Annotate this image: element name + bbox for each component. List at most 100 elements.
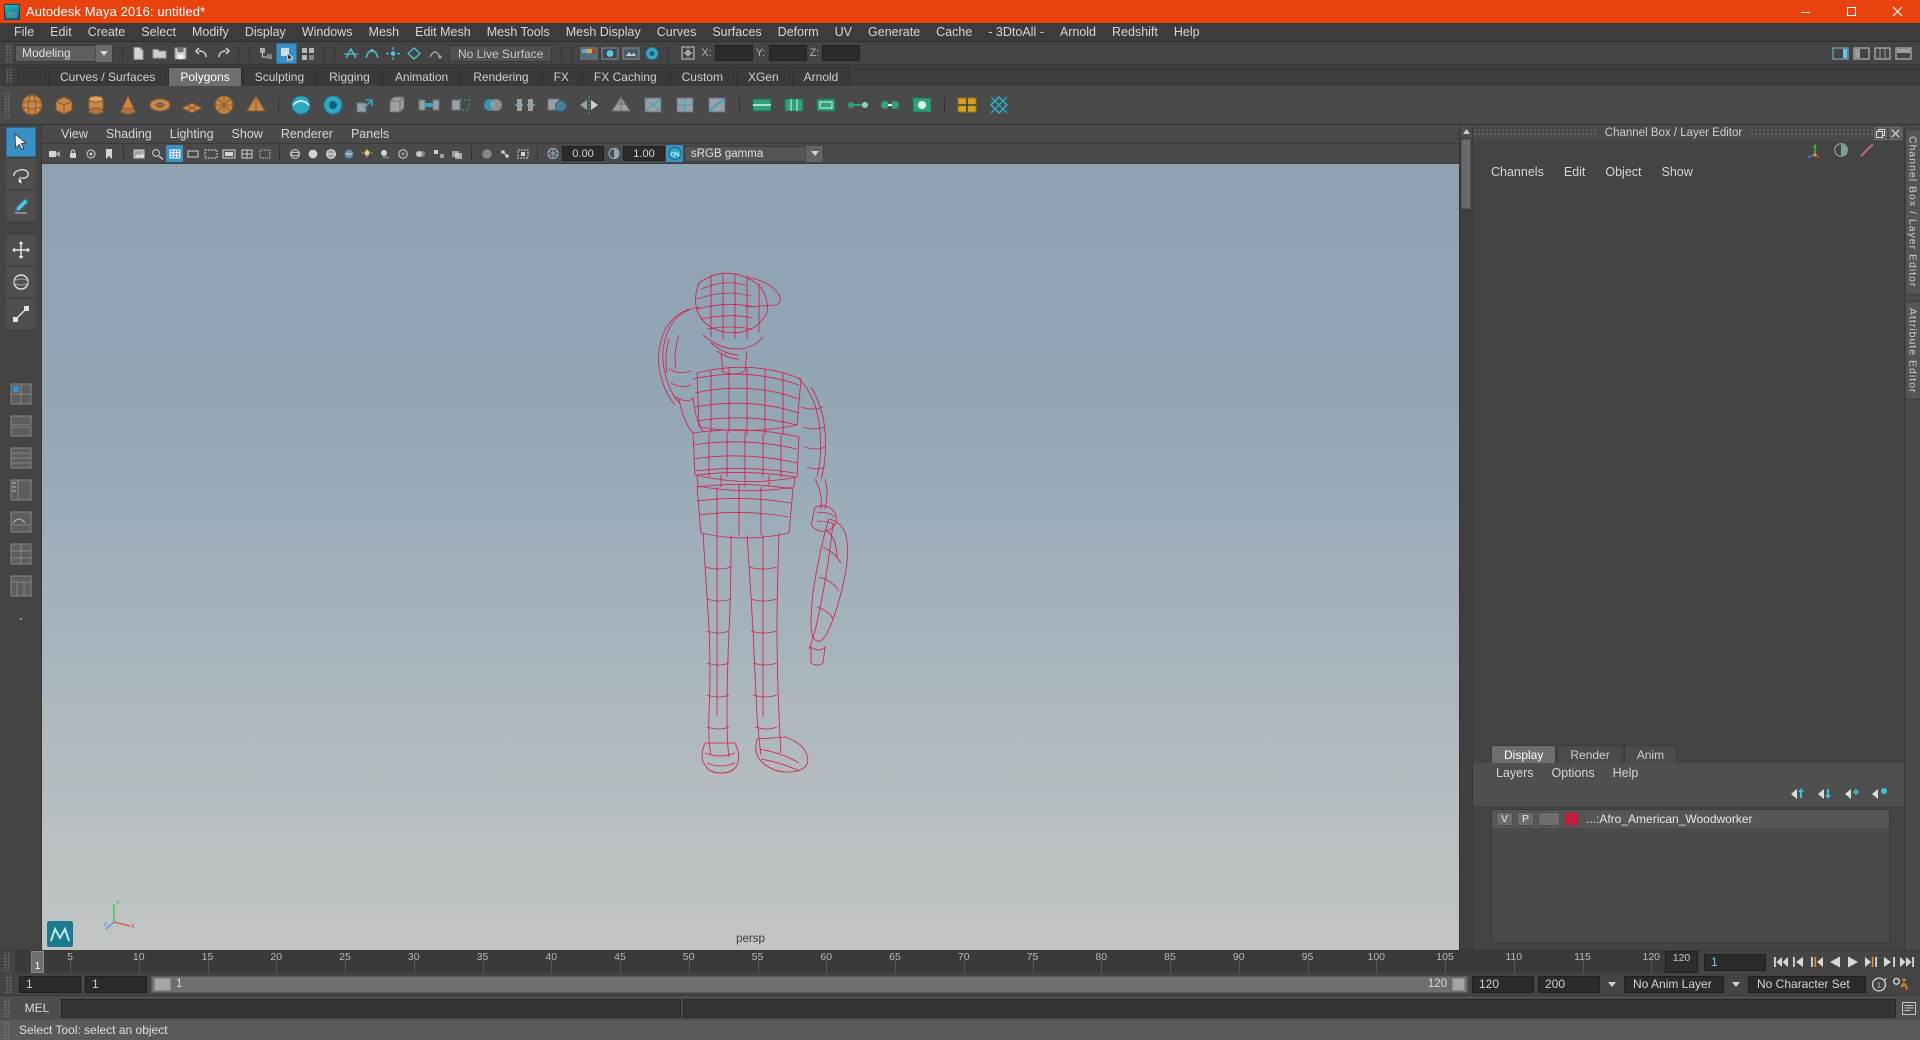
redo-icon[interactable]	[212, 43, 233, 64]
menu-modify[interactable]: Modify	[184, 23, 237, 42]
undo-icon[interactable]	[191, 43, 212, 64]
menu-display[interactable]: Display	[237, 23, 294, 42]
minimize-button[interactable]	[1782, 0, 1828, 23]
ipr-render-icon[interactable]	[599, 43, 620, 64]
tab-anim[interactable]: Anim	[1623, 745, 1678, 763]
layer-row[interactable]: V P ...:Afro_American_Woodworker	[1492, 810, 1889, 829]
sidebar-tab-channel-box-layer-editor[interactable]: Channel Box / Layer Editor	[1904, 129, 1920, 295]
auto-keyframe-icon[interactable]: 1	[1870, 974, 1888, 994]
new-layer-from-selected-icon[interactable]	[1871, 787, 1888, 803]
open-scene-icon[interactable]	[149, 43, 170, 64]
shelf-tab-polygons[interactable]: Polygons	[168, 67, 242, 86]
shadows-icon[interactable]	[376, 145, 393, 162]
anim-layer-dropdown-icon[interactable]	[1604, 976, 1620, 993]
character-set-dropdown-icon[interactable]	[1728, 976, 1744, 993]
color-management-toggle-icon[interactable]: ON	[666, 145, 683, 162]
color-management-selector[interactable]: sRGB gamma	[684, 145, 824, 162]
command-input-field[interactable]	[61, 998, 681, 1018]
snap-view-plane-icon[interactable]	[403, 43, 424, 64]
layout-hypershade-icon[interactable]	[6, 539, 36, 569]
textured-icon[interactable]	[340, 145, 357, 162]
shelf-icons-grip[interactable]	[4, 92, 11, 118]
channel-box-content[interactable]	[1473, 183, 1904, 744]
poly-mirror-icon[interactable]	[574, 90, 604, 120]
anim-layer-selector[interactable]: No Anim Layer	[1624, 975, 1724, 993]
poly-append-icon[interactable]	[446, 90, 476, 120]
menu-deform[interactable]: Deform	[770, 23, 827, 42]
absolute-relative-transform-icon[interactable]	[677, 43, 698, 64]
step-back-keyframe-icon[interactable]	[1790, 952, 1808, 972]
poly-plane-icon[interactable]	[177, 90, 207, 120]
poly-merge-icon[interactable]	[875, 90, 905, 120]
hypershade-icon[interactable]	[641, 43, 662, 64]
channel-box-icon[interactable]	[1806, 142, 1824, 161]
attribute-editor-toggle-icon[interactable]	[1851, 43, 1872, 64]
character-model-wireframe[interactable]	[571, 247, 931, 867]
attribute-editor-icon[interactable]	[1832, 142, 1850, 161]
exposure-icon[interactable]	[544, 145, 561, 162]
poly-reduce-icon[interactable]	[606, 90, 636, 120]
command-language-label[interactable]: MEL	[13, 1001, 61, 1015]
animation-start-field[interactable]: 1	[19, 975, 81, 993]
step-back-frame-icon[interactable]	[1808, 952, 1826, 972]
scale-tool[interactable]	[5, 299, 36, 329]
time-slider[interactable]: 1 5 10 15 20 25 30 35 40 45 50 55 60 65 70 75 80 85 90 95 1…	[15, 951, 1665, 973]
range-handle-left[interactable]	[154, 977, 171, 991]
render-current-frame-icon[interactable]	[578, 43, 599, 64]
play-forwards-icon[interactable]	[1844, 952, 1862, 972]
poly-combine-icon[interactable]	[478, 90, 508, 120]
contrast-icon[interactable]	[605, 145, 622, 162]
poly-booleans-icon[interactable]	[542, 90, 572, 120]
move-tool[interactable]	[5, 235, 36, 265]
menu-curves[interactable]: Curves	[649, 23, 705, 42]
gate-mask-icon[interactable]	[220, 145, 237, 162]
move-layer-down-icon[interactable]	[1817, 787, 1834, 803]
current-time-indicator[interactable]: 1	[31, 951, 44, 973]
range-start-field[interactable]: 1	[85, 975, 147, 993]
poly-offset-edge-icon[interactable]	[811, 90, 841, 120]
poly-pyramid-icon[interactable]	[241, 90, 271, 120]
menu-cache[interactable]: Cache	[928, 23, 980, 42]
poly-quadrangulate-icon[interactable]	[670, 90, 700, 120]
panel-drag-dots[interactable]	[1750, 129, 1875, 137]
chevron-down-icon[interactable]	[95, 44, 112, 62]
paint-select-tool[interactable]	[5, 191, 36, 221]
shelf-tab-animation[interactable]: Animation	[382, 67, 461, 86]
range-slider-grip[interactable]	[5, 975, 12, 993]
shelf-tab-xgen[interactable]: XGen	[735, 67, 791, 86]
field-chart-icon[interactable]	[238, 145, 255, 162]
render-settings-icon[interactable]	[620, 43, 641, 64]
layer-type-toggle[interactable]	[1538, 812, 1560, 826]
step-forward-keyframe-icon[interactable]	[1880, 952, 1898, 972]
poly-fill-hole-icon[interactable]	[907, 90, 937, 120]
isolate-select-icon[interactable]	[514, 145, 531, 162]
poly-crease-icon[interactable]	[952, 90, 982, 120]
new-scene-icon[interactable]	[128, 43, 149, 64]
camera-attributes-icon[interactable]	[82, 145, 99, 162]
snap-grid-icon[interactable]	[340, 43, 361, 64]
channel-box-menu-object[interactable]: Object	[1595, 161, 1651, 183]
layout-more-icon[interactable]: -	[6, 603, 36, 633]
grid-toggle-icon[interactable]	[166, 145, 183, 162]
close-button[interactable]	[1874, 0, 1920, 23]
lock-camera-icon[interactable]	[64, 145, 81, 162]
current-frame-field[interactable]: 1	[1704, 953, 1766, 971]
menu-file[interactable]: File	[6, 23, 42, 42]
tab-display[interactable]: Display	[1491, 745, 1557, 763]
wireframe-icon[interactable]	[286, 145, 303, 162]
layout-persp-graph-icon[interactable]	[6, 507, 36, 537]
select-tool[interactable]	[5, 127, 36, 157]
y-coordinate-field[interactable]	[768, 45, 807, 61]
xray-icon[interactable]	[478, 145, 495, 162]
shelf-tab-rigging[interactable]: Rigging	[317, 67, 382, 86]
range-slider-bar[interactable]: 1 120	[151, 975, 1468, 993]
command-line-grip[interactable]	[3, 999, 10, 1017]
viewport-menu-renderer[interactable]: Renderer	[272, 125, 342, 144]
status-bar-grip[interactable]	[3, 1021, 10, 1039]
layer-visibility-toggle[interactable]: V	[1496, 812, 1513, 826]
shelf-tab-curves-surfaces[interactable]: Curves / Surfaces	[48, 67, 168, 86]
film-gate-icon[interactable]	[184, 145, 201, 162]
shelf-grip[interactable]	[6, 68, 13, 84]
shelf-tab-fx-caching[interactable]: FX Caching	[581, 67, 669, 86]
menu-mesh-display[interactable]: Mesh Display	[558, 23, 649, 42]
